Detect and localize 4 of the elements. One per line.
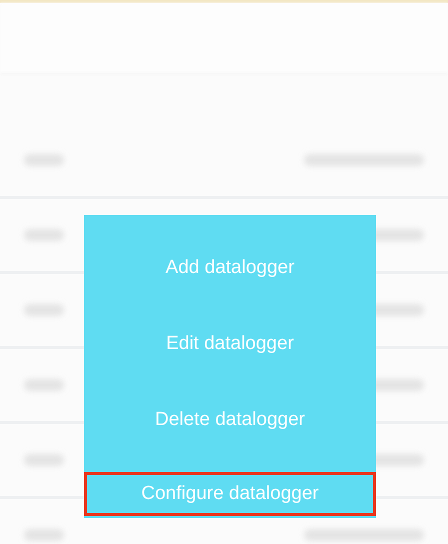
- menu-item[interactable]: Configure datalogger: [84, 472, 376, 516]
- menu-item[interactable]: Add datalogger: [84, 230, 376, 306]
- menu-item[interactable]: Delete datalogger: [84, 382, 376, 458]
- menu-item[interactable]: Edit datalogger: [84, 306, 376, 382]
